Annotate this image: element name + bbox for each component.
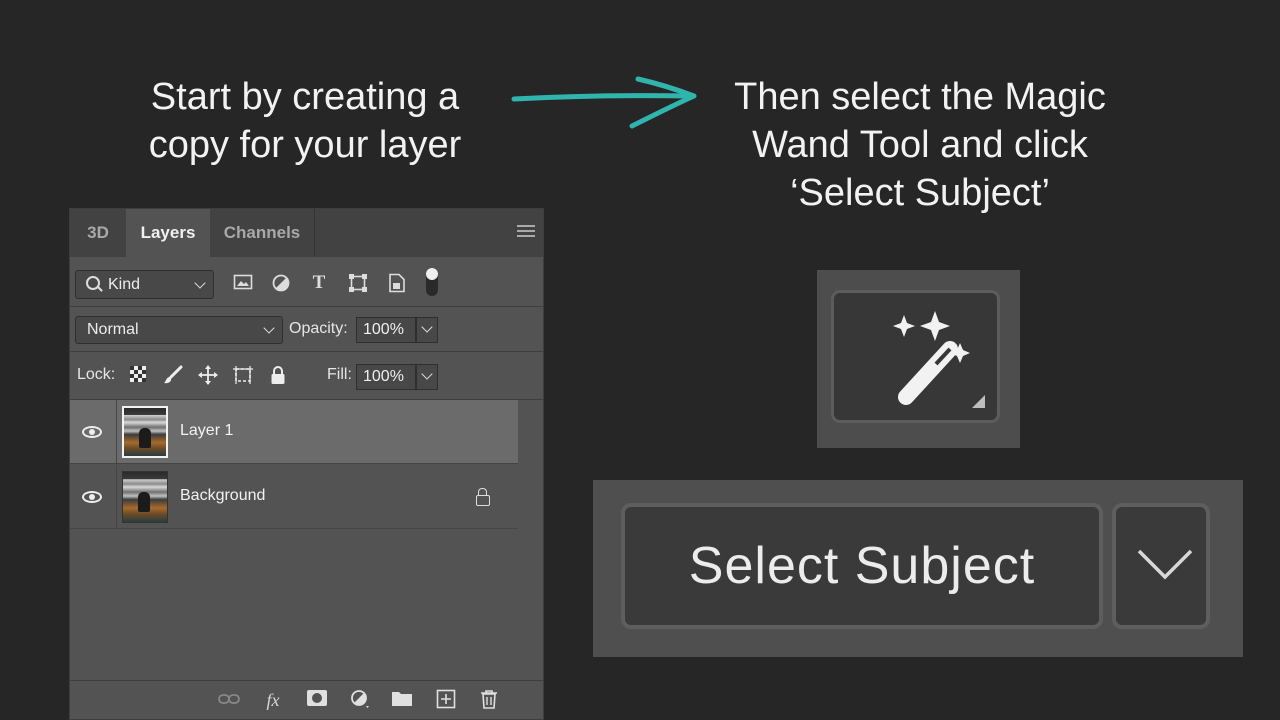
- shape-filter-icon[interactable]: [347, 273, 369, 293]
- folder-icon[interactable]: [391, 689, 413, 711]
- magic-wand-tool-frame: [817, 270, 1020, 448]
- layers-bottom-bar: fx: [70, 680, 543, 720]
- kind-filter-dropdown[interactable]: Kind: [75, 270, 214, 299]
- panel-tab-bar: 3D Layers Channels: [70, 209, 543, 257]
- lock-position-icon[interactable]: [197, 365, 219, 387]
- search-icon: [86, 276, 100, 290]
- chevron-down-icon: [421, 368, 433, 380]
- left-caption: Start by creating a copy for your layer: [120, 73, 490, 169]
- right-caption: Then select the Magic Wand Tool and clic…: [700, 73, 1140, 217]
- tab-layers[interactable]: Layers: [126, 209, 210, 257]
- layer-name[interactable]: Layer 1: [180, 422, 233, 440]
- right-caption-line-1: Then select the Magic: [734, 76, 1106, 118]
- chevron-down-icon: [421, 321, 433, 333]
- panel-menu-icon[interactable]: [517, 225, 535, 240]
- adjustment-icon[interactable]: [349, 689, 371, 711]
- fx-icon[interactable]: fx: [262, 689, 284, 711]
- select-subject-button[interactable]: Select Subject: [621, 503, 1103, 629]
- chevron-down-icon: [1137, 549, 1193, 580]
- layer-thumbnail[interactable]: [122, 471, 168, 523]
- smart-object-filter-icon[interactable]: [386, 273, 408, 293]
- magic-wand-icon: [893, 311, 970, 405]
- fill-label: Fill:: [327, 366, 352, 383]
- layer-row-layer-1[interactable]: Layer 1: [70, 400, 518, 464]
- trash-icon[interactable]: [478, 689, 500, 711]
- blend-mode-value: Normal: [87, 321, 139, 338]
- blend-row: Normal Opacity: 100%: [70, 307, 543, 352]
- eye-icon[interactable]: [82, 491, 102, 503]
- eye-icon[interactable]: [82, 426, 102, 438]
- filter-row: Kind T: [70, 257, 543, 307]
- tab-channels[interactable]: Channels: [210, 209, 315, 257]
- filter-toggle[interactable]: [426, 268, 438, 296]
- lock-icon: [476, 488, 490, 506]
- lock-label: Lock:: [77, 366, 116, 383]
- divider: [116, 400, 117, 464]
- lock-all-icon[interactable]: [267, 365, 289, 387]
- type-filter-icon[interactable]: T: [308, 273, 330, 293]
- image-filter-icon[interactable]: [232, 273, 254, 293]
- opacity-field[interactable]: 100%: [356, 317, 416, 343]
- mask-icon[interactable]: [306, 689, 328, 711]
- layers-panel: 3D Layers Channels Kind T Normal Opacity…: [69, 208, 544, 720]
- select-subject-dropdown-button[interactable]: [1112, 503, 1210, 629]
- layer-thumbnail[interactable]: [122, 406, 168, 458]
- magic-wand-tool-button[interactable]: [831, 290, 1000, 423]
- tool-flyout-corner-icon: [972, 395, 985, 408]
- lock-image-pixels-icon[interactable]: [162, 365, 184, 387]
- right-caption-line-3: ‘Select Subject’: [790, 172, 1050, 214]
- fill-dropdown-button[interactable]: [416, 364, 438, 390]
- blend-mode-dropdown[interactable]: Normal: [75, 316, 283, 344]
- tab-3d[interactable]: 3D: [70, 209, 126, 257]
- opacity-label: Opacity:: [289, 320, 348, 337]
- kind-filter-label: Kind: [108, 276, 141, 293]
- select-subject-frame: Select Subject: [593, 480, 1243, 657]
- divider: [116, 465, 117, 529]
- left-caption-line-1: Start by creating a: [150, 76, 460, 118]
- lock-artboard-icon[interactable]: [232, 365, 254, 387]
- layer-row-background[interactable]: Background: [70, 465, 518, 529]
- lock-transparent-pixels-icon[interactable]: [127, 365, 149, 387]
- lock-row: Lock: Fill: 100%: [70, 352, 543, 400]
- new-layer-icon[interactable]: [435, 689, 457, 711]
- adjustment-filter-icon[interactable]: [270, 273, 292, 293]
- layers-list: Layer 1 Background: [70, 400, 518, 680]
- chevron-down-icon: [194, 277, 206, 289]
- arrow-right-icon: [511, 76, 697, 129]
- fill-field[interactable]: 100%: [356, 364, 416, 390]
- link-icon[interactable]: [218, 689, 240, 711]
- right-caption-line-2: Wand Tool and click: [752, 124, 1088, 166]
- chevron-down-icon: [263, 322, 275, 334]
- layer-name[interactable]: Background: [180, 487, 265, 505]
- left-caption-line-2: copy for your layer: [148, 124, 462, 166]
- opacity-dropdown-button[interactable]: [416, 317, 438, 343]
